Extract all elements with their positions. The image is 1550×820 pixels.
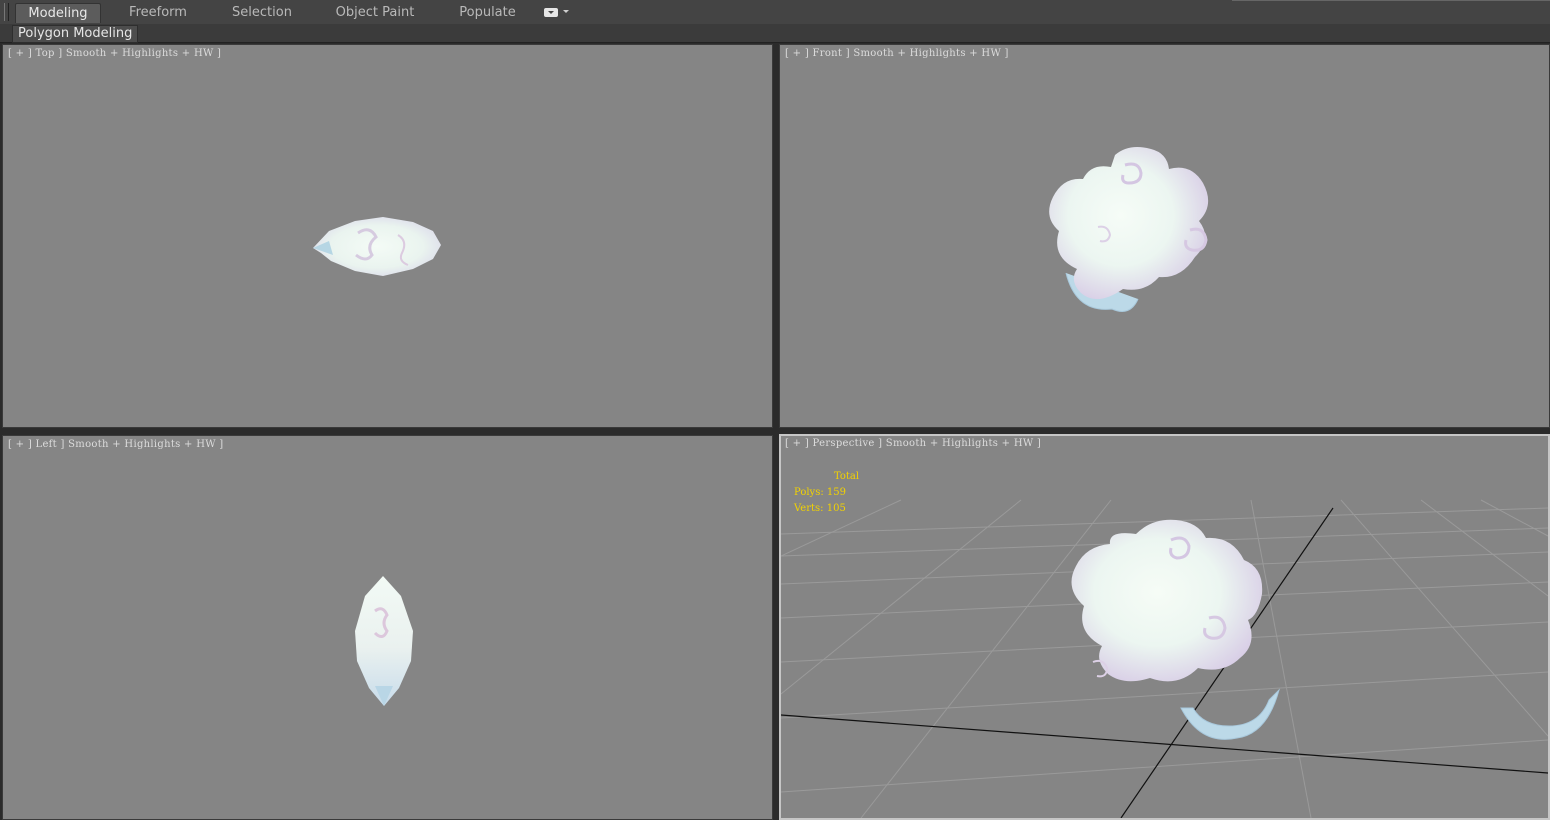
tab-selection[interactable]: Selection — [222, 3, 302, 23]
cloud-object-top-view — [313, 217, 441, 276]
stats-total-label: Total — [834, 471, 860, 482]
viewport-front[interactable]: [ + ] Front ] Smooth + Highlights + HW ] — [779, 44, 1550, 428]
stats-polys-value: 159 — [826, 487, 846, 498]
chevron-down-icon — [563, 10, 569, 13]
polygon-modeling-panel-button[interactable]: Polygon Modeling — [12, 25, 139, 43]
viewport-label-perspective[interactable]: [ + ] Perspective ] Smooth + Highlights … — [785, 438, 1041, 449]
ribbon-panel: Polygon Modeling — [0, 24, 1550, 43]
stats-verts-label: Verts: — [794, 503, 824, 514]
ribbon-options-button[interactable] — [543, 6, 571, 20]
divider — [1232, 0, 1550, 1]
stats-verts-value: 105 — [826, 503, 846, 514]
cloud-object-front-view — [1049, 147, 1209, 312]
stats-polys-row: Polys: 159 — [794, 485, 859, 501]
stats-verts-row: Verts: 105 — [794, 501, 859, 517]
cloud-object-left-view — [355, 576, 413, 706]
tab-modeling[interactable]: Modeling — [15, 3, 101, 23]
tab-object-paint[interactable]: Object Paint — [330, 3, 420, 23]
toggle-icon — [544, 8, 558, 17]
viewport-top[interactable]: [ + ] Top ] Smooth + Highlights + HW ] — [2, 44, 773, 428]
perspective-grid-and-cloud — [781, 499, 1548, 818]
viewport-left[interactable]: [ + ] Left ] Smooth + Highlights + HW ] — [2, 435, 773, 820]
viewport-perspective[interactable]: [ + ] Perspective ] Smooth + Highlights … — [779, 434, 1550, 820]
polygon-count-stats: Total Polys: 159 Verts: 105 — [794, 469, 859, 517]
ribbon-tab-bar: Modeling Freeform Selection Object Paint… — [0, 0, 1550, 25]
ribbon-grip-handle[interactable] — [4, 3, 9, 21]
stats-polys-label: Polys: — [794, 487, 824, 498]
tab-freeform[interactable]: Freeform — [118, 3, 198, 23]
tab-populate[interactable]: Populate — [450, 3, 525, 23]
